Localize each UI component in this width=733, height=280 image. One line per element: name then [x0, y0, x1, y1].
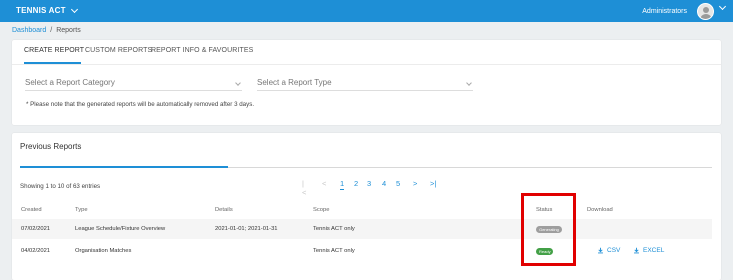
pagination-prev[interactable]: < [322, 179, 326, 188]
chevron-down-icon [466, 80, 472, 86]
retention-note: * Please note that the generated reports… [26, 101, 255, 108]
avatar[interactable] [697, 3, 714, 20]
pagination-page-2[interactable]: 2 [354, 179, 358, 188]
column-header-scope: Scope [313, 207, 330, 213]
report-type-select[interactable]: Select a Report Type [257, 78, 473, 91]
org-name: TENNIS ACT [16, 6, 66, 15]
tab-report-info-favourites[interactable]: REPORT INFO & FAVOURITES [151, 47, 253, 54]
cell-type: League Schedule/Fixture Overview [75, 226, 166, 232]
breadcrumb-current: Reports [56, 27, 81, 34]
report-type-placeholder: Select a Report Type [257, 78, 332, 87]
report-category-placeholder: Select a Report Category [25, 78, 115, 87]
pagination-first[interactable]: |< [302, 179, 306, 197]
user-label: Administrators [642, 8, 687, 15]
column-header-download: Download [587, 207, 613, 213]
cell-created: 04/02/2021 [21, 248, 51, 254]
pagination-page-4[interactable]: 4 [382, 179, 386, 188]
pagination-page-5[interactable]: 5 [396, 179, 400, 188]
breadcrumb-dashboard-link[interactable]: Dashboard [12, 27, 46, 34]
top-navbar: TENNIS ACT Administrators [0, 0, 733, 22]
chevron-down-icon [70, 5, 78, 13]
cell-created: 07/02/2021 [21, 226, 51, 232]
download-icon [598, 247, 603, 254]
tab-create-report[interactable]: CREATE REPORT [24, 47, 84, 54]
download-icon [634, 247, 639, 254]
report-tabs: CREATE REPORT CUSTOM REPORTS REPORT INFO… [12, 40, 721, 65]
user-menu-chevron-icon[interactable] [718, 2, 727, 11]
column-header-type: Type [75, 207, 88, 213]
create-report-card: CREATE REPORT CUSTOM REPORTS REPORT INFO… [12, 40, 721, 125]
download-excel-label: EXCEL [643, 247, 665, 254]
pagination-next[interactable]: > [413, 179, 417, 188]
org-switcher[interactable]: TENNIS ACT [16, 5, 78, 15]
previous-reports-title: Previous Reports [20, 142, 82, 151]
breadcrumb: Dashboard / Reports [12, 27, 81, 34]
status-column-highlight [521, 193, 576, 266]
report-category-select[interactable]: Select a Report Category [25, 78, 242, 91]
entries-summary: Showing 1 to 10 of 63 entries [20, 183, 101, 190]
column-header-created: Created [21, 207, 42, 213]
cell-scope: Tennis ACT only [313, 226, 355, 232]
chevron-down-icon [235, 80, 241, 86]
table-row: 07/02/2021 League Schedule/Fixture Overv… [12, 219, 712, 239]
pagination-page-3[interactable]: 3 [367, 179, 371, 188]
table-row: 04/02/2021 Organisation Matches Tennis A… [12, 241, 712, 261]
download-csv-button[interactable]: CSV [597, 247, 620, 254]
breadcrumb-separator: / [50, 27, 53, 34]
tab-custom-reports[interactable]: CUSTOM REPORTS [85, 47, 152, 54]
pagination-last[interactable]: >| [430, 179, 436, 188]
previous-reports-card: Previous Reports Showing 1 to 10 of 63 e… [12, 133, 721, 280]
download-csv-label: CSV [607, 247, 621, 254]
cell-scope: Tennis ACT only [313, 248, 355, 254]
section-divider-accent [20, 166, 228, 168]
active-tab-indicator [24, 62, 81, 64]
cell-details: 2021-01-01; 2021-01-31 [215, 226, 278, 232]
download-excel-button[interactable]: EXCEL [633, 247, 664, 254]
cell-type: Organisation Matches [75, 248, 132, 254]
column-header-details: Details [215, 207, 233, 213]
pagination-page-1[interactable]: 1 [340, 179, 345, 190]
